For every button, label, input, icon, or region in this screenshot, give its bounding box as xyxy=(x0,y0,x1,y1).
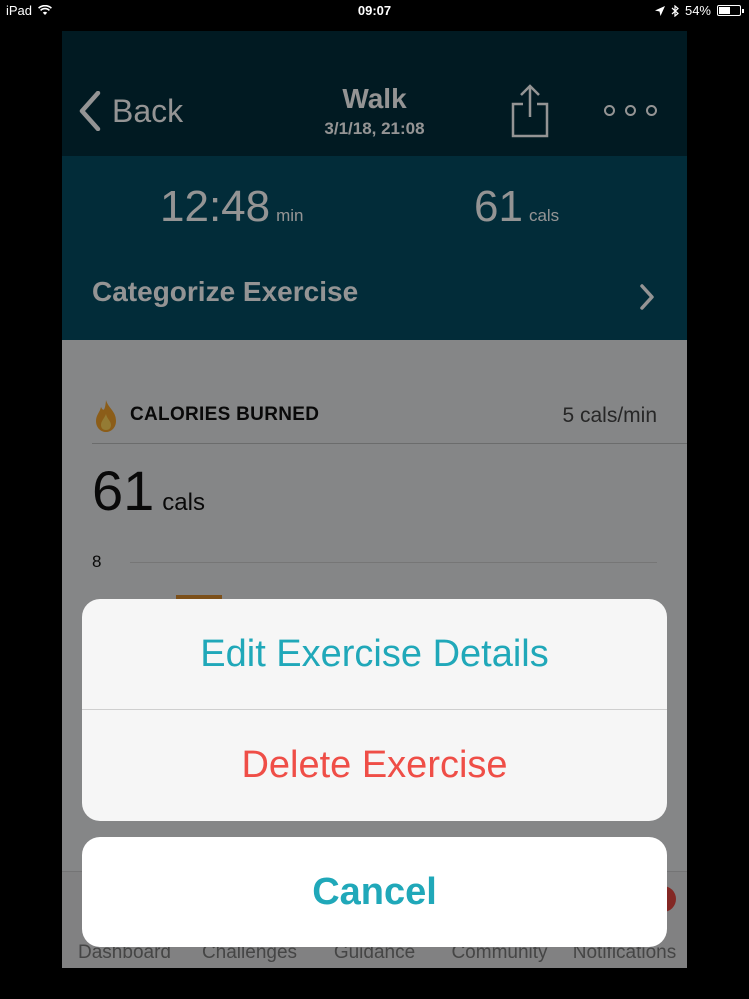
location-arrow-icon xyxy=(654,5,665,16)
bluetooth-icon xyxy=(671,4,679,17)
delete-exercise-button[interactable]: Delete Exercise xyxy=(82,710,667,821)
action-sheet: Edit Exercise Details Delete Exercise xyxy=(82,599,667,821)
dim-overlay[interactable] xyxy=(62,31,687,968)
status-time: 09:07 xyxy=(357,3,392,18)
battery-icon xyxy=(717,5,744,16)
status-bar: iPad 09:07 54% xyxy=(0,0,749,22)
battery-percent: 54% xyxy=(684,3,711,18)
edit-exercise-details-button[interactable]: Edit Exercise Details xyxy=(82,599,667,710)
cancel-button[interactable]: Cancel xyxy=(82,837,667,947)
